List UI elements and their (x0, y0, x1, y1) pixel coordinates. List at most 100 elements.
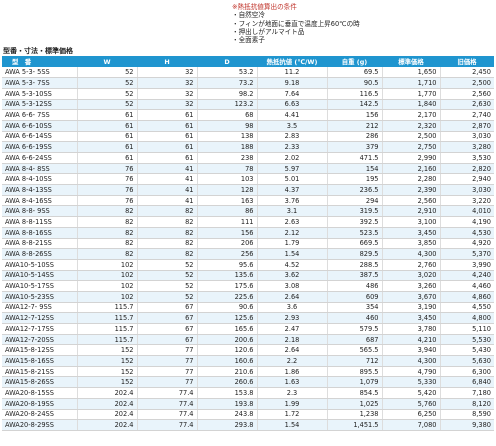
cell-d: 256 (197, 248, 258, 260)
table-row: AWA 8-4- 8SS 76 41 78 5.97 154 2,160 2,820 (2, 163, 494, 175)
cell-thermal-resistance: 2.02 (257, 152, 328, 164)
cell-standard-price: 4,790 (382, 366, 441, 378)
cell-thermal-resistance: 1.54 (257, 248, 328, 260)
cell-d: 160.6 (197, 355, 258, 367)
cell-old-price: 2,940 (440, 173, 494, 186)
cell-w: 76 (77, 184, 138, 196)
cell-standard-price: 2,500 (382, 131, 441, 143)
cell-old-price: 3,280 (440, 141, 494, 153)
cell-model: AWA15-8-12SS (2, 344, 78, 357)
cell-weight: 669.5 (327, 238, 383, 250)
cell-h: 67 (137, 302, 198, 314)
cell-weight: 1,238 (327, 409, 383, 421)
cell-d: 188 (197, 141, 258, 153)
cell-d: 165.6 (197, 323, 258, 335)
cell-thermal-resistance: 2.64 (257, 344, 328, 357)
cell-d: 163 (197, 195, 258, 207)
cell-h: 82 (137, 238, 198, 250)
cell-model: AWA15-8-16SS (2, 355, 78, 367)
cell-model: AWA12-7- 9SS (2, 302, 78, 314)
table-row: AWA20-8-24SS 202.4 77.4 243.8 1.72 1,238 6,250… (2, 409, 494, 421)
cell-h: 67 (137, 312, 198, 324)
cell-h: 32 (137, 67, 198, 79)
cell-standard-price: 5,330 (382, 376, 441, 389)
table-row: AWA20-8-19SS 202.4 77.4 193.8 1.99 1,025 5,760… (2, 398, 494, 410)
cell-standard-price: 2,750 (382, 141, 441, 153)
table-row: AWA12-7- 9SS 115.7 67 90.6 3.6 354 3,190 4,550 (2, 302, 494, 314)
table-row: AWA20-8-15SS 202.4 77.4 153.8 2.3 854.5 5,420 7… (2, 387, 494, 399)
table-row: AWA 5-3- 5SS 52 32 53.2 11.2 69.5 1,650 2,450 (2, 67, 494, 79)
cell-h: 41 (137, 195, 198, 207)
cell-standard-price: 2,390 (382, 184, 441, 196)
cell-h: 52 (137, 270, 198, 282)
cell-weight: 236.5 (327, 184, 383, 196)
table-row: AWA15-8-21SS 152 77 210.6 1.86 895.5 4,790 6,30… (2, 366, 494, 378)
cell-old-price: 9,380 (440, 419, 494, 431)
cell-w: 82 (77, 216, 138, 228)
cell-old-price: 6,300 (440, 366, 494, 378)
cell-model: AWA 8-4- 8SS (2, 163, 78, 175)
table-row: AWA15-8-26SS 152 77 260.6 1.63 1,079 5,330 6,84… (2, 376, 494, 389)
cell-thermal-resistance: 3.5 (257, 120, 328, 132)
cell-h: 82 (137, 205, 198, 218)
cell-thermal-resistance: 2.2 (257, 355, 328, 367)
cell-w: 82 (77, 248, 138, 260)
cell-weight: 486 (327, 280, 383, 292)
cell-thermal-resistance: 3.62 (257, 270, 328, 282)
cell-standard-price: 3,450 (382, 312, 441, 324)
cell-model: AWA 6-6-24SS (2, 152, 78, 164)
cell-thermal-resistance: 7.64 (257, 88, 328, 100)
cell-h: 77 (137, 355, 198, 367)
cell-standard-price: 1,840 (382, 99, 441, 111)
cell-h: 61 (137, 152, 198, 164)
column-header-model: 型 番 (2, 56, 77, 67)
cell-standard-price: 1,710 (382, 77, 441, 89)
column-header-thermal-resistance: 熱抵抗値 (℃/W) (257, 56, 327, 67)
table-row: AWA 8-8-11SS 82 82 111 2.63 392.5 3,100 4,190 (2, 216, 494, 228)
cell-thermal-resistance: 3.76 (257, 195, 328, 207)
cell-weight: 319.5 (327, 205, 383, 218)
cell-thermal-resistance: 2.93 (257, 312, 328, 324)
cell-w: 152 (77, 355, 138, 367)
cell-w: 152 (77, 344, 138, 357)
cell-w: 61 (77, 141, 138, 153)
cell-d: 243.8 (197, 409, 258, 421)
table-row: AWA 5-3-10SS 52 32 98.2 7.64 116.5 1,770 2,560 (2, 88, 494, 100)
cell-d: 135.6 (197, 270, 258, 282)
cell-w: 152 (77, 376, 138, 389)
cell-weight: 1,079 (327, 376, 383, 389)
cell-weight: 471.5 (327, 152, 383, 164)
cell-standard-price: 4,300 (382, 355, 441, 367)
cell-weight: 387.5 (327, 270, 383, 282)
table-row: AWA 8-8- 9SS 82 82 86 3.1 319.5 2,910 4,010 (2, 205, 494, 218)
cell-standard-price: 5,760 (382, 398, 441, 410)
cell-old-price: 4,800 (440, 312, 494, 324)
cell-standard-price: 2,990 (382, 152, 441, 164)
cell-h: 52 (137, 291, 198, 303)
cell-d: 193.8 (197, 398, 258, 410)
cell-w: 82 (77, 205, 138, 218)
cell-standard-price: 3,450 (382, 227, 441, 239)
cell-h: 67 (137, 334, 198, 346)
cell-w: 202.4 (77, 419, 138, 431)
cell-weight: 829.5 (327, 248, 383, 260)
cell-d: 123.2 (197, 99, 258, 111)
cell-old-price: 2,740 (440, 109, 494, 121)
cell-d: 111 (197, 216, 258, 228)
cell-weight: 288.5 (327, 259, 383, 271)
cell-d: 98 (197, 120, 258, 132)
cell-model: AWA 8-4-10SS (2, 173, 78, 186)
cell-old-price: 3,990 (440, 259, 494, 271)
cell-thermal-resistance: 1.63 (257, 376, 328, 389)
column-header-h: H (137, 56, 197, 67)
cell-thermal-resistance: 5.97 (257, 163, 328, 175)
cell-model: AWA20-8-15SS (2, 387, 78, 399)
cell-weight: 565.5 (327, 344, 383, 357)
cell-standard-price: 6,250 (382, 409, 441, 421)
cell-h: 67 (137, 323, 198, 335)
cell-model: AWA 8-4-16SS (2, 195, 78, 207)
cell-w: 115.7 (77, 323, 138, 335)
cell-model: AWA 5-3-10SS (2, 88, 78, 100)
table-body: AWA 5-3- 5SS 52 32 53.2 11.2 69.5 1,650 2,450 AW… (2, 67, 494, 431)
cell-old-price: 3,220 (440, 195, 494, 207)
